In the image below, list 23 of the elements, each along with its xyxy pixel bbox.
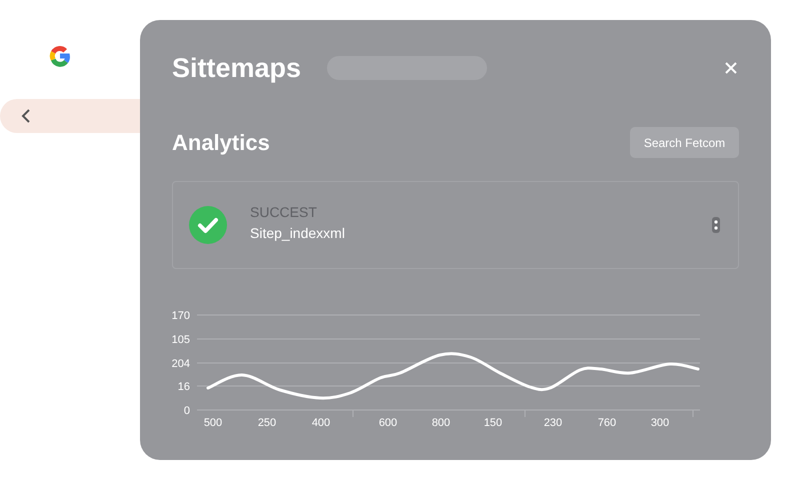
y-axis-label: 16 bbox=[178, 381, 190, 393]
y-axis-label: 105 bbox=[172, 334, 190, 346]
x-axis-label: 250 bbox=[258, 417, 276, 429]
x-axis-label: 400 bbox=[312, 417, 330, 429]
y-axis-label: 204 bbox=[172, 358, 190, 370]
y-axis-label: 170 bbox=[172, 310, 190, 322]
dialog-title: Sittemaps bbox=[172, 52, 302, 85]
x-axis-label: 800 bbox=[432, 417, 450, 429]
close-icon bbox=[725, 62, 737, 74]
close-button[interactable] bbox=[725, 62, 737, 74]
more-options-button[interactable] bbox=[712, 217, 720, 233]
section-heading: Analytics bbox=[172, 129, 270, 157]
x-axis-label: 230 bbox=[544, 417, 562, 429]
kebab-icon bbox=[714, 220, 718, 230]
y-axis-label: 0 bbox=[184, 405, 190, 417]
sitemap-name: Sitep_indexxml bbox=[250, 224, 345, 242]
x-axis-label: 500 bbox=[204, 417, 222, 429]
x-axis-label: 150 bbox=[484, 417, 502, 429]
chevron-left-icon bbox=[20, 109, 32, 123]
x-axis-label: 600 bbox=[378, 417, 398, 429]
search-button[interactable]: Search Fetcom bbox=[630, 127, 739, 158]
x-axis-label: 760 bbox=[598, 417, 616, 429]
x-axis-label: 300 bbox=[650, 417, 670, 429]
